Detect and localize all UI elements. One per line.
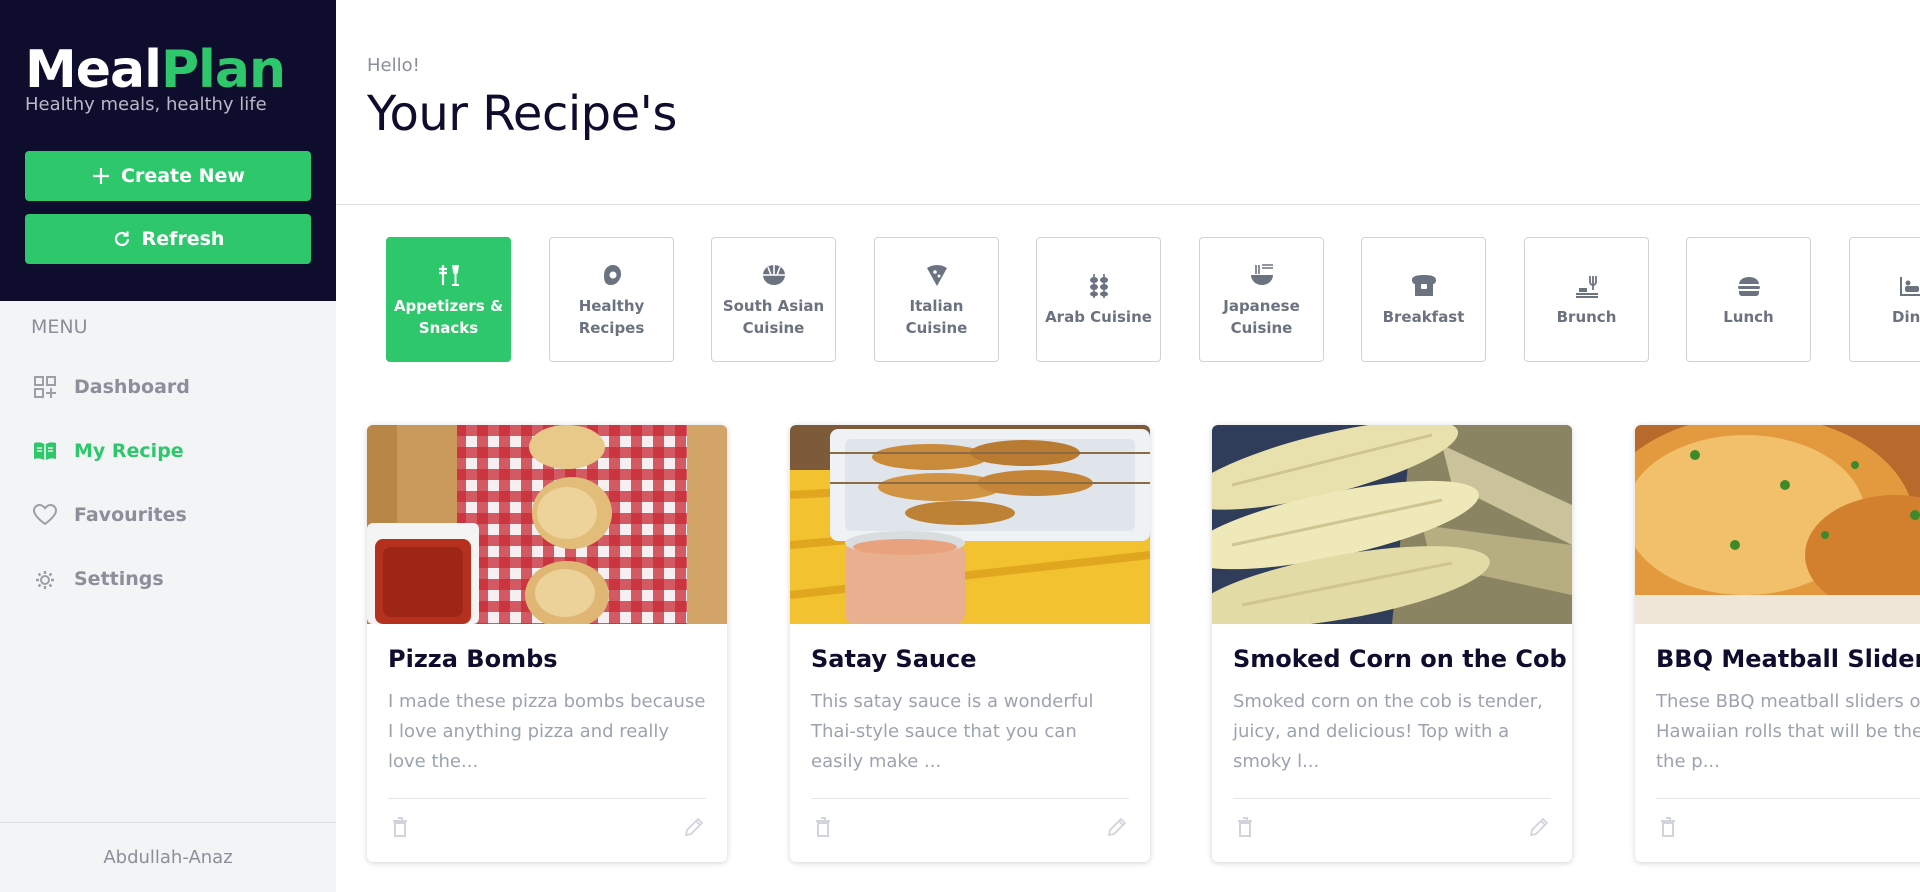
recipe-card[interactable]: Smoked Corn on the Cob Smoked corn on th…	[1212, 425, 1572, 862]
recipe-title: Smoked Corn on the Cob	[1233, 645, 1567, 673]
toast-icon	[1411, 274, 1436, 296]
category-label: Arab Cuisine	[1045, 307, 1152, 326]
recipe-title: Pizza Bombs	[388, 645, 558, 673]
category-label: Breakfast	[1382, 307, 1465, 326]
dashboard-icon	[34, 376, 56, 398]
logo: MealPlan	[25, 40, 286, 100]
category-south-asian-cuisine[interactable]: South Asian Cuisine	[711, 237, 836, 362]
recipe-card[interactable]: Satay Sauce This satay sauce is a wonder…	[790, 425, 1150, 862]
page-title: Your Recipe's	[367, 86, 677, 142]
kebab-icon	[1089, 273, 1108, 298]
card-divider	[811, 798, 1129, 799]
app: MealPlan Healthy meals, healthy life Cre…	[0, 0, 1920, 892]
pencil-icon[interactable]	[1527, 815, 1551, 839]
category-label: Japanese Cuisine	[1223, 296, 1300, 337]
refresh-label: Refresh	[141, 228, 225, 250]
user-name: Abdullah-Anaz	[0, 822, 336, 892]
egg-icon	[603, 264, 621, 285]
category-dinner[interactable]: Dinn	[1849, 237, 1920, 362]
category-italian-cuisine[interactable]: Italian Cuisine	[874, 237, 999, 362]
card-divider	[1233, 798, 1551, 799]
pizza-icon	[926, 264, 947, 286]
brand-panel: MealPlan Healthy meals, healthy life Cre…	[0, 0, 336, 301]
trash-icon[interactable]	[388, 815, 412, 839]
recipe-image	[790, 425, 1150, 624]
sidebar-item-label: My Recipe	[74, 440, 184, 462]
brunch-icon	[1575, 275, 1598, 298]
category-appetizers-snacks[interactable]: Appetizers & Snacks	[386, 237, 511, 362]
category-label: Lunch	[1723, 307, 1774, 326]
bowl-icon	[762, 264, 785, 285]
recipe-image	[1635, 425, 1920, 624]
recipe-image	[367, 425, 727, 624]
category-japanese-cuisine[interactable]: Japanese Cuisine	[1199, 237, 1324, 362]
sidebar-item-settings[interactable]: Settings	[0, 559, 336, 599]
card-divider	[388, 798, 706, 799]
greeting: Hello!	[367, 55, 420, 76]
pencil-icon[interactable]	[682, 815, 706, 839]
sidebar-item-label: Favourites	[74, 504, 187, 526]
sidebar-item-label: Dashboard	[74, 376, 190, 398]
sidebar-item-label: Settings	[74, 568, 164, 590]
trash-icon[interactable]	[1656, 815, 1680, 839]
sidebar: MealPlan Healthy meals, healthy life Cre…	[0, 0, 336, 892]
recipe-card[interactable]: Pizza Bombs I made these pizza bombs bec…	[367, 425, 727, 862]
pencil-icon[interactable]	[1105, 815, 1129, 839]
trash-icon[interactable]	[811, 815, 835, 839]
refresh-icon	[114, 231, 129, 247]
heart-icon	[32, 503, 58, 526]
recipe-card[interactable]: BBQ Meatball Sliders These BBQ meatball …	[1635, 425, 1920, 862]
category-lunch[interactable]: Lunch	[1686, 237, 1811, 362]
recipe-title: BBQ Meatball Sliders	[1656, 645, 1920, 673]
recipe-description: Smoked corn on the cob is tender, juicy,…	[1233, 691, 1543, 772]
recipe-description: These BBQ meatball sliders on Hawaiian r…	[1656, 691, 1920, 772]
logo-text-plan: Plan	[160, 40, 286, 100]
logo-text-meal: Meal	[25, 40, 162, 100]
recipe-description: I made these pizza bombs because I love …	[388, 691, 706, 772]
recipe-title: Satay Sauce	[811, 645, 977, 673]
category-breakfast[interactable]: Breakfast	[1361, 237, 1486, 362]
plus-icon	[93, 168, 110, 184]
card-divider	[1656, 798, 1920, 799]
book-icon	[34, 442, 56, 461]
sidebar-item-my-recipe[interactable]: My Recipe	[0, 431, 336, 471]
create-new-button[interactable]: Create New	[25, 151, 311, 201]
create-new-label: Create New	[121, 165, 245, 187]
category-label: Italian Cuisine	[905, 296, 968, 337]
category-label: Dinn	[1892, 307, 1920, 326]
recipe-image	[1212, 425, 1572, 624]
category-label: Brunch	[1556, 307, 1617, 326]
tagline: Healthy meals, healthy life	[25, 94, 267, 115]
dinner-icon	[1899, 276, 1920, 296]
category-label: South Asian Cuisine	[722, 296, 825, 337]
recipe-description: This satay sauce is a wonderful Thai-sty…	[811, 691, 1094, 772]
header-divider	[336, 204, 1920, 205]
refresh-button[interactable]: Refresh	[25, 214, 311, 264]
burger-icon	[1737, 276, 1760, 296]
category-arab-cuisine[interactable]: Arab Cuisine	[1036, 237, 1161, 362]
category-label: Appetizers & Snacks	[393, 296, 504, 337]
appetizer-icon	[438, 264, 459, 286]
category-healthy-recipes[interactable]: Healthy Recipes	[549, 237, 674, 362]
sidebar-item-favourites[interactable]: Favourites	[0, 495, 336, 535]
category-brunch[interactable]: Brunch	[1524, 237, 1649, 362]
gear-icon	[36, 571, 54, 589]
trash-icon[interactable]	[1233, 815, 1257, 839]
category-label: Healthy Recipes	[578, 296, 645, 337]
noodles-icon	[1250, 263, 1273, 285]
menu-heading: MENU	[31, 316, 88, 338]
sidebar-item-dashboard[interactable]: Dashboard	[0, 367, 336, 407]
